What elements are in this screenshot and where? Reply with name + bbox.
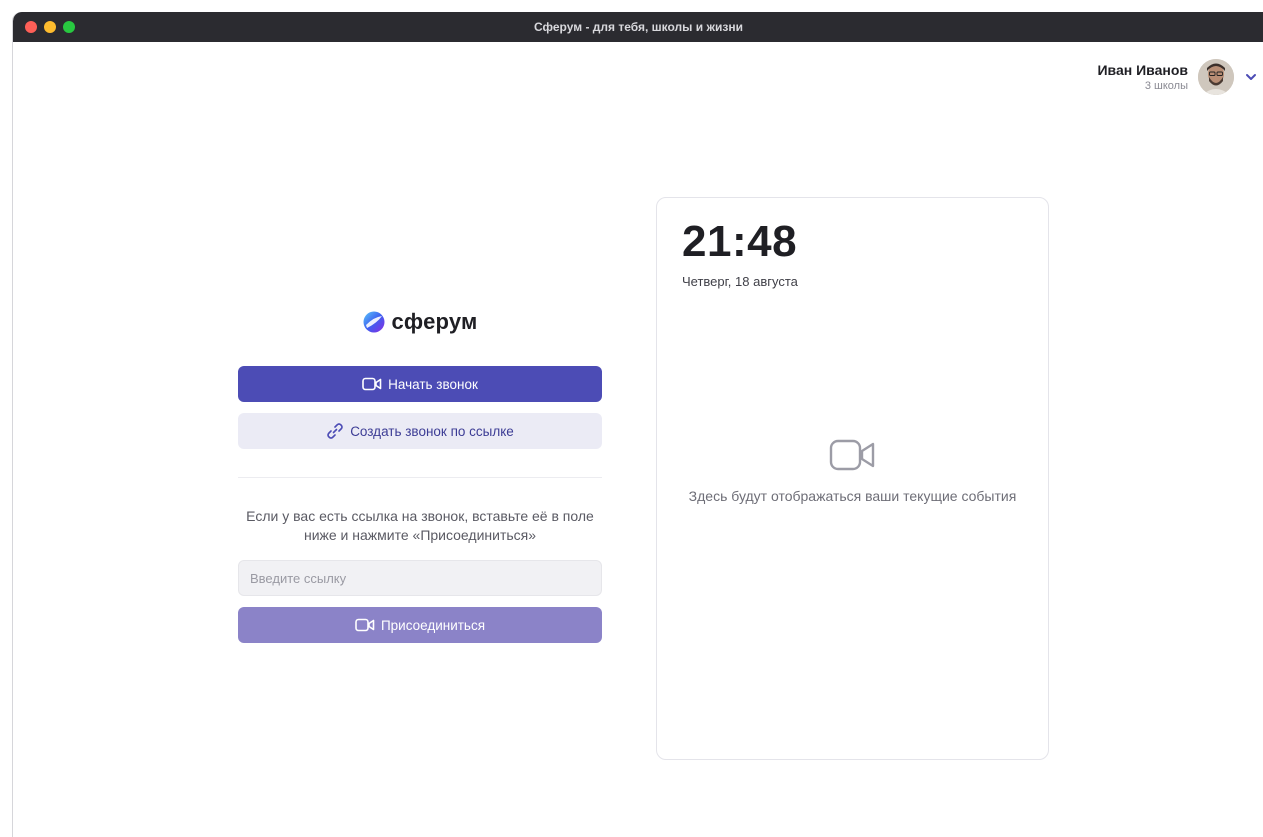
join-call-label: Присоединиться <box>380 617 486 633</box>
avatar[interactable] <box>1198 59 1234 95</box>
start-call-button[interactable]: Начать звонок <box>238 366 602 402</box>
current-time: 21:48 <box>682 217 798 266</box>
title-bar: Сферум - для тебя, школы и жизни <box>13 12 1263 42</box>
current-date: Четверг, 18 августа <box>682 274 798 289</box>
video-camera-icon <box>362 377 382 391</box>
join-call-button[interactable]: Присоединиться <box>238 607 602 643</box>
divider <box>238 477 602 478</box>
sferum-logo-icon <box>363 311 384 333</box>
video-camera-icon <box>829 438 877 477</box>
logo-text: сферум <box>391 309 478 334</box>
call-actions-panel: сферум Начать звонок Создать звонок по с… <box>238 302 602 643</box>
start-call-label: Начать звонок <box>388 376 478 392</box>
avatar-image <box>1198 59 1234 95</box>
chevron-down-icon[interactable] <box>1244 70 1258 84</box>
events-empty-text: Здесь будут отображаться ваши текущие со… <box>688 488 1017 504</box>
user-schools-count: 3 школы <box>1144 79 1188 92</box>
events-card: 21:48 Четверг, 18 августа Здесь будут от… <box>656 197 1049 760</box>
join-hint-text: Если у вас есть ссылка на звонок, вставь… <box>246 508 594 543</box>
call-link-input[interactable]: Введите ссылку <box>238 560 602 596</box>
sferum-logo: сферум <box>238 302 602 342</box>
call-link-placeholder: Введите ссылку <box>250 570 347 586</box>
link-icon <box>326 422 344 440</box>
window-title: Сферум - для тебя, школы и жизни <box>534 20 743 34</box>
user-menu[interactable]: Иван Иванов 3 школы <box>1097 57 1258 97</box>
video-camera-icon <box>355 618 375 632</box>
create-call-link-label: Создать звонок по ссылке <box>350 423 514 439</box>
events-empty-state: Здесь будут отображаться ваши текущие со… <box>657 438 1048 506</box>
user-name: Иван Иванов <box>1097 61 1188 78</box>
app-window: Сферум - для тебя, школы и жизни Иван Ив… <box>12 12 1263 837</box>
create-call-link-button[interactable]: Создать звонок по ссылке <box>238 413 602 449</box>
user-info: Иван Иванов 3 школы <box>1097 62 1188 93</box>
